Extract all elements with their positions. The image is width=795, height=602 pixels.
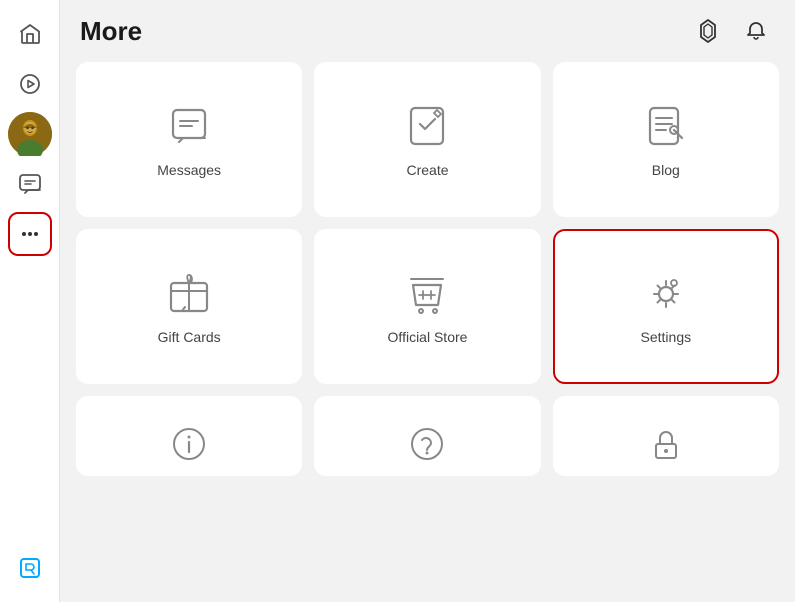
grid-container: Messages Create bbox=[60, 62, 795, 602]
help-icon bbox=[407, 424, 447, 464]
sidebar-item-more[interactable] bbox=[8, 212, 52, 256]
avatar-image bbox=[8, 112, 52, 156]
official-store-label: Official Store bbox=[388, 329, 468, 345]
play-icon bbox=[18, 72, 42, 96]
home-icon bbox=[18, 22, 42, 46]
sidebar-item-chat[interactable] bbox=[8, 162, 52, 206]
messages-icon bbox=[165, 102, 213, 150]
robux-button[interactable] bbox=[689, 12, 727, 50]
main-content: More bbox=[60, 0, 795, 602]
settings-icon bbox=[642, 269, 690, 317]
avatar bbox=[8, 112, 52, 156]
create-icon bbox=[403, 102, 451, 150]
bell-icon bbox=[744, 19, 768, 43]
robux-header-icon bbox=[695, 18, 721, 44]
card-settings[interactable]: Settings bbox=[553, 229, 779, 384]
card-official-store[interactable]: Official Store bbox=[314, 229, 540, 384]
chat-icon bbox=[18, 172, 42, 196]
card-messages[interactable]: Messages bbox=[76, 62, 302, 217]
header-icons bbox=[689, 12, 775, 50]
blog-icon bbox=[642, 102, 690, 150]
card-help[interactable] bbox=[314, 396, 540, 476]
notifications-button[interactable] bbox=[737, 12, 775, 50]
sidebar bbox=[0, 0, 60, 602]
card-blog[interactable]: Blog bbox=[553, 62, 779, 217]
card-privacy[interactable] bbox=[553, 396, 779, 476]
header: More bbox=[60, 0, 795, 62]
card-create[interactable]: Create bbox=[314, 62, 540, 217]
gift-cards-icon bbox=[165, 269, 213, 317]
messages-label: Messages bbox=[157, 162, 221, 178]
settings-label: Settings bbox=[641, 329, 692, 345]
privacy-icon bbox=[646, 424, 686, 464]
sidebar-item-discover[interactable] bbox=[8, 62, 52, 106]
page-title: More bbox=[80, 16, 142, 47]
sidebar-item-avatar[interactable] bbox=[8, 112, 52, 156]
create-label: Create bbox=[406, 162, 448, 178]
card-gift-cards[interactable]: Gift Cards bbox=[76, 229, 302, 384]
sidebar-item-home[interactable] bbox=[8, 12, 52, 56]
gift-cards-label: Gift Cards bbox=[158, 329, 221, 345]
cards-grid: Messages Create bbox=[76, 62, 779, 476]
blog-label: Blog bbox=[652, 162, 680, 178]
official-store-icon bbox=[403, 269, 451, 317]
sidebar-item-robux[interactable] bbox=[8, 546, 52, 590]
card-about[interactable] bbox=[76, 396, 302, 476]
about-icon bbox=[169, 424, 209, 464]
more-icon bbox=[19, 223, 41, 245]
robux-icon bbox=[18, 556, 42, 580]
